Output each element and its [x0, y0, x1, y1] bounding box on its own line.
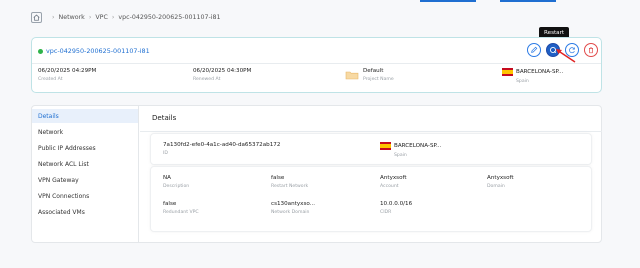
annotation-arrow — [556, 49, 576, 63]
id-card: 7a130fd2-efe0-4a1c-ad40-da65372ab172 ID … — [150, 133, 592, 165]
breadcrumb-network[interactable]: Network — [59, 14, 85, 21]
home-icon[interactable] — [31, 12, 42, 23]
breadcrumb-separator: › — [52, 14, 55, 21]
restart-network-label: Restart Network — [271, 184, 309, 189]
account-value: Antyxsoft — [380, 175, 407, 181]
spain-flag-icon — [380, 142, 391, 150]
renewed-at-value: 06/20/2025 04:30PM — [193, 68, 252, 74]
project-value: Default — [363, 68, 384, 74]
details-divider — [140, 131, 602, 132]
folder-icon — [345, 71, 359, 80]
status-dot — [38, 48, 43, 54]
vpc-summary-card: vpc-042950-200625-001107-i81 06/20/2025 … — [31, 37, 602, 93]
properties-card: NA Description false Restart Network Ant… — [150, 166, 592, 232]
zone-field: BARCELONA-SP... Spain — [380, 142, 441, 158]
sidebar-item-network[interactable]: Network — [32, 125, 138, 139]
pencil-icon — [531, 46, 538, 53]
project: Default Project Name — [345, 68, 394, 82]
breadcrumb-separator: › — [111, 14, 115, 21]
network-domain-value: cs130antyxso... — [271, 201, 316, 207]
zone-label: Spain — [394, 153, 407, 158]
network-domain-label: Network Domain — [271, 210, 310, 215]
sidebar-item-associated-vms[interactable]: Associated VMs — [32, 205, 138, 219]
domain-value: Antyxsoft — [487, 175, 514, 181]
id-field: 7a130fd2-efe0-4a1c-ad40-da65372ab172 ID — [163, 142, 280, 156]
trash-icon — [589, 47, 593, 54]
top-progress-strip — [0, 0, 640, 3]
redundant-vpc-field: false Redundant VPC — [163, 201, 199, 215]
description-label: Description — [163, 184, 190, 189]
domain-label: Domain — [487, 184, 505, 189]
redundant-vpc-value: false — [163, 201, 177, 207]
region-label: Spain — [516, 79, 529, 84]
edit-button[interactable] — [527, 43, 541, 57]
top-indicator — [420, 0, 476, 2]
created-at-value: 06/20/2025 04:29PM — [38, 68, 97, 74]
region-value: BARCELONA-SP... — [516, 69, 564, 75]
description-field: NA Description — [163, 175, 189, 189]
vpc-name-text: vpc-042950-200625-001107-i81 — [46, 47, 150, 55]
description-value: NA — [163, 175, 172, 181]
details-panel: Details Network Public IP Addresses Netw… — [31, 105, 602, 243]
breadcrumb-current: vpc-042950-200625-001107-i81 — [118, 14, 221, 21]
id-value: 7a130fd2-efe0-4a1c-ad40-da65372ab172 — [163, 142, 281, 148]
renewed-at-label: Renewed At — [193, 77, 221, 82]
details-title: Details — [152, 114, 177, 122]
created-at-label: Created At — [38, 77, 63, 82]
renewed-at: 06/20/2025 04:30PM Renewed At — [193, 68, 251, 82]
account-field: Antyxsoft Account — [380, 175, 407, 189]
region: BARCELONA-SP... Spain — [502, 68, 563, 84]
sidebar: Details Network Public IP Addresses Netw… — [32, 106, 139, 242]
delete-button[interactable] — [584, 43, 598, 57]
domain-field: Antyxsoft Domain — [487, 175, 514, 189]
breadcrumb-separator: › — [88, 14, 92, 21]
cidr-field: 10.0.0.0/16 CIDR — [380, 201, 412, 215]
card-divider — [32, 63, 601, 64]
restart-network-value: false — [271, 175, 285, 181]
project-label: Project Name — [363, 77, 394, 82]
breadcrumb: › Network › VPC › vpc-042950-200625-0011… — [31, 12, 221, 23]
breadcrumb-vpc[interactable]: VPC — [95, 14, 108, 21]
created-at: 06/20/2025 04:29PM Created At — [38, 68, 96, 82]
top-indicator — [500, 0, 556, 2]
vpc-name[interactable]: vpc-042950-200625-001107-i81 — [38, 47, 150, 55]
sidebar-item-vpn-gateway[interactable]: VPN Gateway — [32, 173, 138, 187]
network-domain-field: cs130antyxso... Network Domain — [271, 201, 315, 215]
restart-network-field: false Restart Network — [271, 175, 308, 189]
redundant-vpc-label: Redundant VPC — [163, 210, 199, 215]
sidebar-item-public-ip-addresses[interactable]: Public IP Addresses — [32, 141, 138, 155]
sidebar-item-network-acl-list[interactable]: Network ACL List — [32, 157, 138, 171]
cidr-label: CIDR — [380, 210, 392, 215]
id-label: ID — [163, 151, 168, 156]
sidebar-item-details[interactable]: Details — [32, 109, 138, 123]
spain-flag-icon — [502, 68, 513, 76]
zone-value: BARCELONA-SP... — [394, 143, 442, 149]
cidr-value: 10.0.0.0/16 — [380, 201, 413, 207]
account-label: Account — [380, 184, 399, 189]
sidebar-item-vpn-connections[interactable]: VPN Connections — [32, 189, 138, 203]
